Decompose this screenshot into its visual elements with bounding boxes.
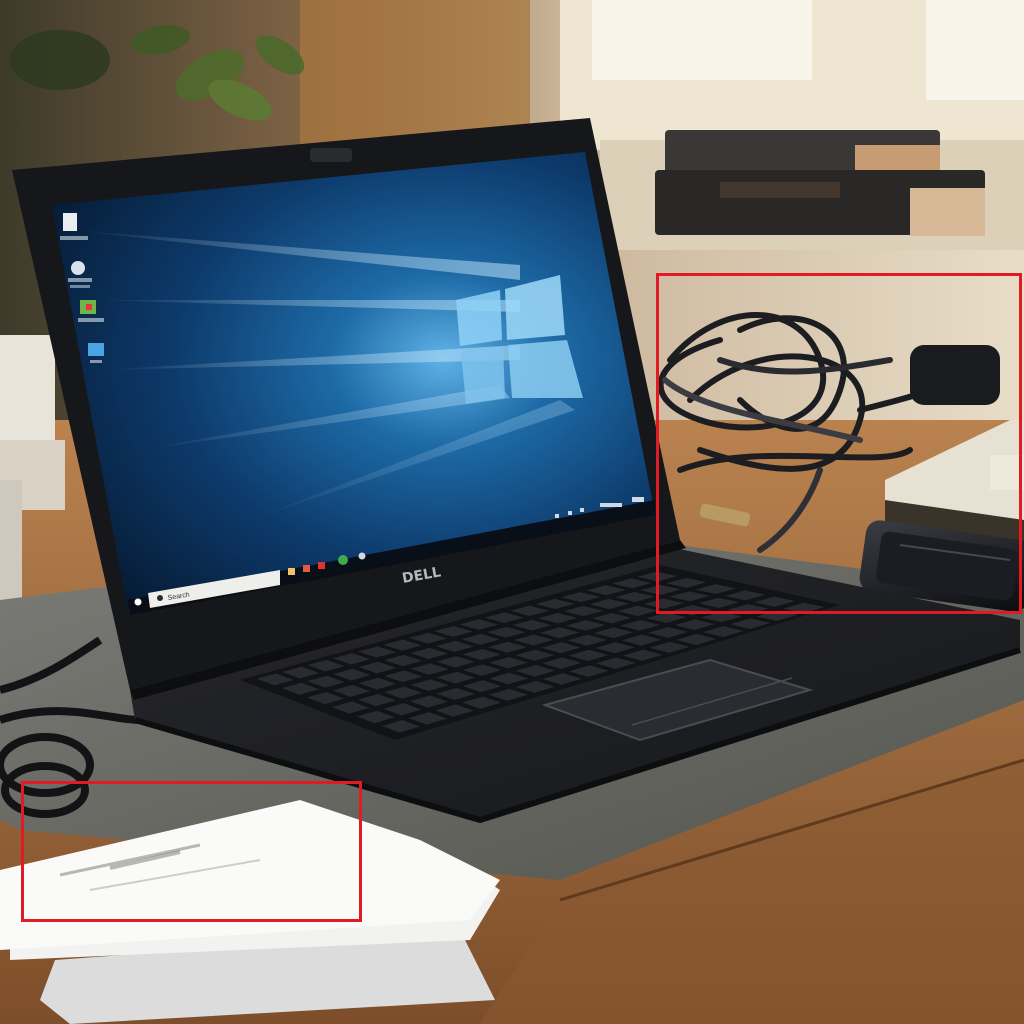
chrome-icon[interactable] <box>338 555 348 565</box>
photo-scene: Search DELL <box>0 0 1024 1024</box>
people-icon[interactable] <box>358 552 366 560</box>
browser-icon[interactable] <box>303 565 310 572</box>
folder-icon[interactable] <box>88 343 104 363</box>
webcam-bump <box>310 148 352 162</box>
window-pane-right <box>926 0 1024 100</box>
power-adapter <box>910 345 1000 405</box>
explorer-icon[interactable] <box>288 568 295 575</box>
app-icon[interactable] <box>318 562 325 569</box>
window-pane-left <box>592 0 812 80</box>
search-icon <box>157 595 163 601</box>
start-icon[interactable] <box>134 598 142 606</box>
book-stack <box>655 130 985 236</box>
